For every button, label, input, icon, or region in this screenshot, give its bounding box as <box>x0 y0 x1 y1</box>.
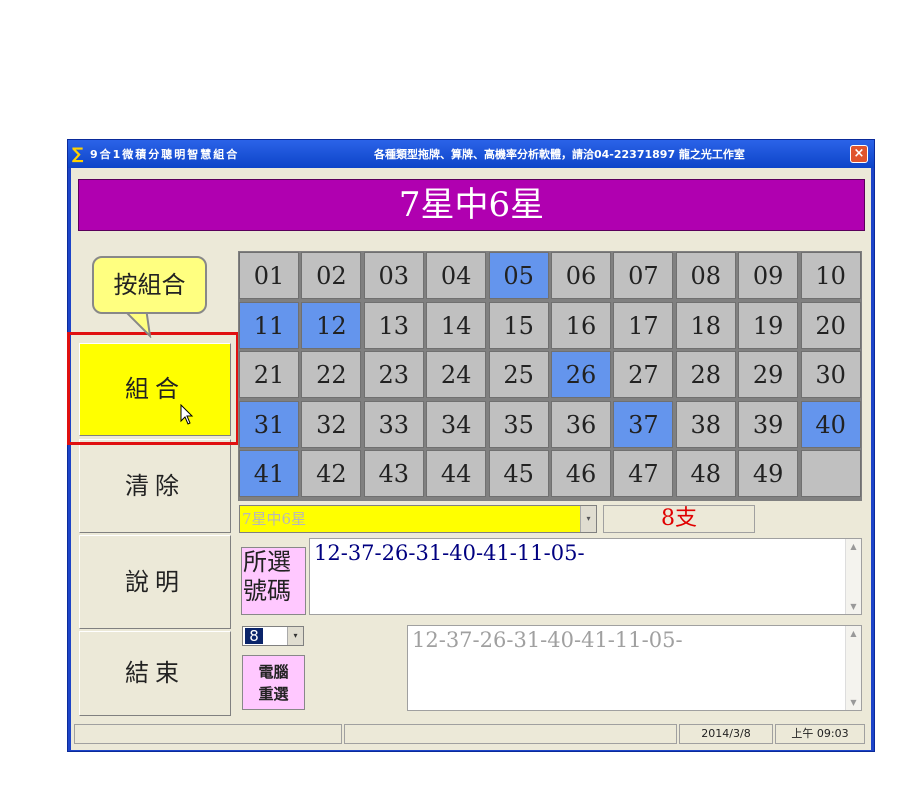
number-count-select[interactable]: 8 ▾ <box>242 626 304 646</box>
number-cell-10[interactable]: 10 <box>800 252 861 299</box>
number-cell-01[interactable]: 01 <box>239 252 299 299</box>
number-cell-09[interactable]: 09 <box>738 252 799 299</box>
result-numbers-field[interactable]: 12-37-26-31-40-41-11-05- ▲ ▼ <box>407 625 862 711</box>
selected-numbers-field[interactable]: 12-37-26-31-40-41-11-05- ▲ ▼ <box>309 538 862 615</box>
number-cell-42[interactable]: 42 <box>301 450 362 498</box>
number-cell-47[interactable]: 47 <box>613 450 674 498</box>
number-cell-17[interactable]: 17 <box>613 301 674 349</box>
scroll-down-icon[interactable]: ▼ <box>847 696 860 709</box>
number-cell-29[interactable]: 29 <box>738 351 799 399</box>
number-cell-33[interactable]: 33 <box>363 400 424 448</box>
number-count-value: 8 <box>245 628 263 644</box>
number-cell-11[interactable]: 11 <box>239 301 299 349</box>
number-cell-34[interactable]: 34 <box>426 400 487 448</box>
window-title: 9合1微積分聰明智慧組合 <box>90 148 240 161</box>
title-bar[interactable]: ∑ 9合1微積分聰明智慧組合 各種類型拖牌、算牌、高機率分析軟體，請洽04-22… <box>68 140 874 168</box>
close-button[interactable]: × <box>850 145 868 163</box>
number-cell-49[interactable]: 49 <box>738 450 799 498</box>
exit-button-label: 結束 <box>125 659 185 687</box>
number-cell-45[interactable]: 45 <box>488 450 549 498</box>
selected-label-line2: 號碼 <box>243 577 291 605</box>
app-window: ∑ 9合1微積分聰明智慧組合 各種類型拖牌、算牌、高機率分析軟體，請洽04-22… <box>67 139 875 752</box>
clear-button[interactable]: 清除 <box>79 439 231 533</box>
help-button-label: 說明 <box>125 568 185 596</box>
number-cell-31[interactable]: 31 <box>239 400 299 448</box>
number-cell-06[interactable]: 06 <box>551 252 611 299</box>
vertical-scrollbar[interactable]: ▲ ▼ <box>845 626 861 710</box>
computer-reselect-button[interactable]: 電腦 重選 <box>242 655 305 710</box>
number-cell-48[interactable]: 48 <box>675 450 736 498</box>
reselect-line2: 重選 <box>258 685 289 703</box>
game-banner: 7星中6星 <box>78 179 865 231</box>
number-cell-46[interactable]: 46 <box>551 450 611 498</box>
number-cell-07[interactable]: 07 <box>613 252 674 299</box>
number-cell-22[interactable]: 22 <box>301 351 362 399</box>
number-cell-21[interactable]: 21 <box>239 351 299 399</box>
number-cell-40[interactable]: 40 <box>800 400 861 448</box>
number-cell-24[interactable]: 24 <box>426 351 487 399</box>
selected-label-line1: 所選 <box>243 548 291 576</box>
ticket-count: 8支 <box>603 505 755 533</box>
number-cell-04[interactable]: 04 <box>426 252 487 299</box>
number-cell-26[interactable]: 26 <box>551 351 611 399</box>
mode-select[interactable]: 7星中6星 ▾ <box>239 505 597 533</box>
number-cell-03[interactable]: 03 <box>363 252 424 299</box>
highlight-frame <box>67 332 239 445</box>
reselect-line1: 電腦 <box>258 663 289 681</box>
help-button[interactable]: 說明 <box>79 535 231 629</box>
number-cell-13[interactable]: 13 <box>363 301 424 349</box>
mode-select-value: 7星中6星 <box>242 510 307 528</box>
number-cell-02[interactable]: 02 <box>301 252 362 299</box>
chevron-down-icon[interactable]: ▾ <box>580 506 596 532</box>
status-panel-2 <box>344 724 677 744</box>
number-cell-08[interactable]: 08 <box>675 252 736 299</box>
number-cell-30[interactable]: 30 <box>800 351 861 399</box>
exit-button[interactable]: 結束 <box>79 631 231 716</box>
number-cell-20[interactable]: 20 <box>800 301 861 349</box>
status-panel-1 <box>74 724 342 744</box>
window-title-advert: 各種類型拖牌、算牌、高機率分析軟體，請洽04-22371897 龍之光工作室 <box>374 148 745 161</box>
number-cell-12[interactable]: 12 <box>301 301 362 349</box>
number-grid: 01 02 03 04 05 06 07 08 09 10 11 12 13 14 15 16 17 18 19 20… <box>238 251 862 501</box>
number-cell-38[interactable]: 38 <box>675 400 736 448</box>
client-area: 7星中6星 組合 清除 說明 結束 按組合 01 02 03 04 05 06 07 08 09… <box>67 168 871 750</box>
chevron-down-icon[interactable]: ▾ <box>287 627 303 645</box>
selected-numbers-label: 所選 號碼 <box>241 547 306 615</box>
number-cell-37[interactable]: 37 <box>613 400 674 448</box>
number-cell-15[interactable]: 15 <box>488 301 549 349</box>
number-cell-16[interactable]: 16 <box>551 301 611 349</box>
number-cell-05[interactable]: 05 <box>488 252 549 299</box>
selected-numbers-text: 12-37-26-31-40-41-11-05- <box>314 541 585 565</box>
number-cell-35[interactable]: 35 <box>488 400 549 448</box>
scroll-up-icon[interactable]: ▲ <box>847 627 860 640</box>
number-cell-39[interactable]: 39 <box>738 400 799 448</box>
scroll-down-icon[interactable]: ▼ <box>847 600 860 613</box>
number-cell-28[interactable]: 28 <box>675 351 736 399</box>
number-cell-32[interactable]: 32 <box>301 400 362 448</box>
clear-button-label: 清除 <box>125 472 185 500</box>
number-cell-19[interactable]: 19 <box>738 301 799 349</box>
result-numbers-text: 12-37-26-31-40-41-11-05- <box>412 628 683 652</box>
number-cell-23[interactable]: 23 <box>363 351 424 399</box>
number-cell-43[interactable]: 43 <box>363 450 424 498</box>
status-bar: 2014/3/8 上午 09:03 <box>71 722 871 746</box>
status-date: 2014/3/8 <box>679 724 773 744</box>
sigma-icon: ∑ <box>72 144 84 163</box>
number-cell-27[interactable]: 27 <box>613 351 674 399</box>
tooltip-callout: 按組合 <box>92 256 207 338</box>
number-cell-empty <box>800 450 861 498</box>
vertical-scrollbar[interactable]: ▲ ▼ <box>845 539 861 614</box>
number-cell-18[interactable]: 18 <box>675 301 736 349</box>
number-cell-14[interactable]: 14 <box>426 301 487 349</box>
status-time: 上午 09:03 <box>775 724 865 744</box>
number-cell-36[interactable]: 36 <box>551 400 611 448</box>
callout-text: 按組合 <box>92 256 207 314</box>
scroll-up-icon[interactable]: ▲ <box>847 540 860 553</box>
number-cell-25[interactable]: 25 <box>488 351 549 399</box>
number-cell-44[interactable]: 44 <box>426 450 487 498</box>
number-cell-41[interactable]: 41 <box>239 450 299 498</box>
